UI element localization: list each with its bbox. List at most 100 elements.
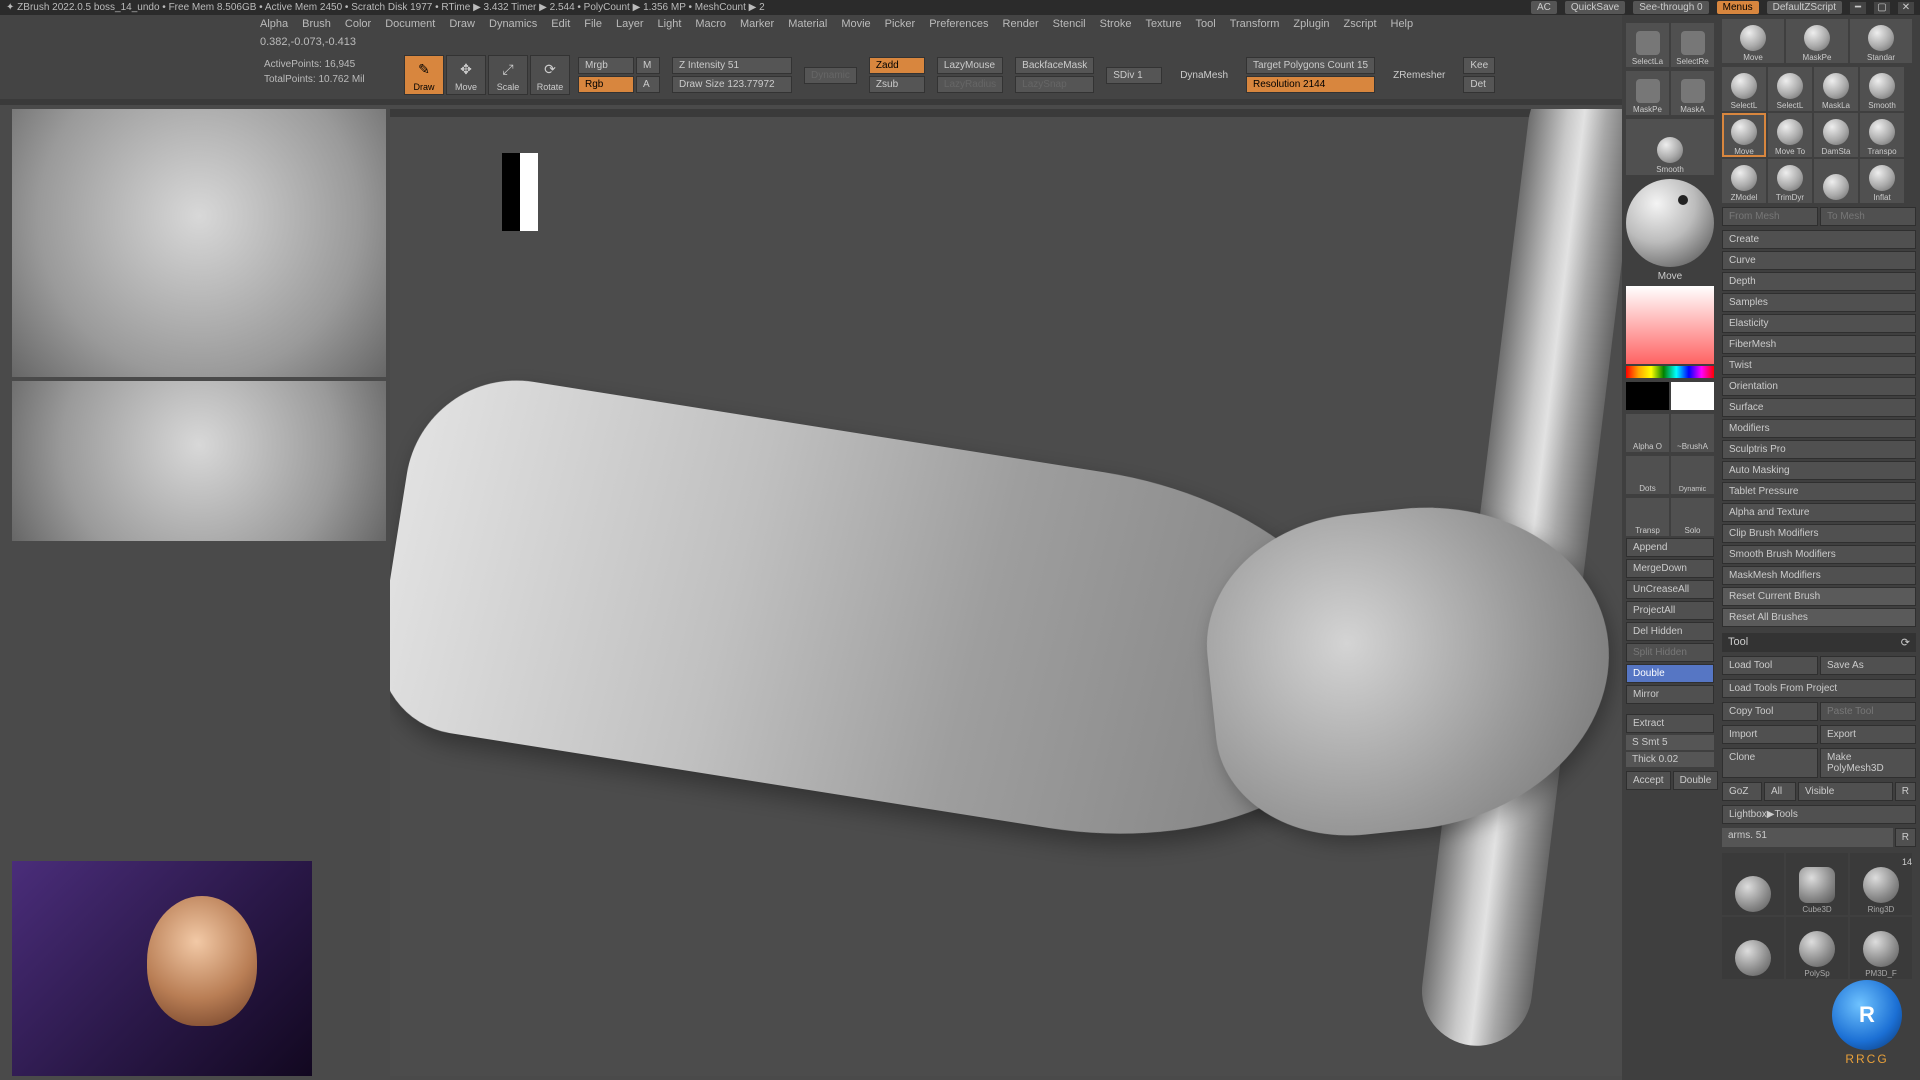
- rgb-toggle[interactable]: Rgb: [578, 76, 634, 93]
- load-tool-button[interactable]: Load Tool: [1722, 656, 1818, 675]
- swatch-white[interactable]: [1671, 382, 1714, 410]
- hue-strip[interactable]: [1626, 366, 1714, 378]
- a-toggle[interactable]: A: [636, 76, 660, 93]
- section-surface[interactable]: Surface: [1722, 398, 1916, 417]
- brush-transpose[interactable]: Transpo: [1860, 113, 1904, 157]
- menu-draw[interactable]: Draw: [449, 18, 475, 30]
- brush-trimdynamic[interactable]: TrimDyr: [1768, 159, 1812, 203]
- section-curve[interactable]: Curve: [1722, 251, 1916, 270]
- menu-stroke[interactable]: Stroke: [1100, 18, 1132, 30]
- append-button[interactable]: Append: [1626, 538, 1714, 557]
- menu-color[interactable]: Color: [345, 18, 371, 30]
- section-samples[interactable]: Samples: [1722, 293, 1916, 312]
- color-picker[interactable]: [1626, 286, 1714, 364]
- tool-name-field[interactable]: arms. 51: [1722, 828, 1893, 847]
- smooth-brush[interactable]: Smooth: [1626, 119, 1714, 175]
- kee-field[interactable]: Kee: [1463, 57, 1495, 74]
- brush-maskpen-top[interactable]: MaskPe: [1786, 19, 1848, 63]
- brush-selectlasso2[interactable]: SelectL: [1768, 67, 1812, 111]
- lazymouse-toggle[interactable]: LazyMouse: [937, 57, 1003, 74]
- menus-toggle[interactable]: Menus: [1717, 1, 1759, 14]
- backfacemask-toggle[interactable]: BackfaceMask: [1015, 57, 1094, 74]
- menu-transform[interactable]: Transform: [1230, 18, 1280, 30]
- sdiv-field[interactable]: SDiv 1: [1106, 67, 1162, 84]
- brush-alpha[interactable]: ~BrushA: [1671, 414, 1714, 452]
- menu-movie[interactable]: Movie: [841, 18, 870, 30]
- section-maskmeshmod[interactable]: MaskMesh Modifiers: [1722, 566, 1916, 585]
- menu-tool[interactable]: Tool: [1196, 18, 1216, 30]
- lazyradius-field[interactable]: LazyRadius: [937, 76, 1003, 93]
- copy-tool-button[interactable]: Copy Tool: [1722, 702, 1818, 721]
- ssmt-slider[interactable]: S Smt 5: [1626, 735, 1714, 750]
- goz-visible-button[interactable]: Visible: [1798, 782, 1893, 801]
- projectall-button[interactable]: ProjectAll: [1626, 601, 1714, 620]
- window-minimize-icon[interactable]: ━: [1850, 2, 1866, 14]
- thick-slider[interactable]: Thick 0.02: [1626, 752, 1714, 767]
- menu-help[interactable]: Help: [1391, 18, 1414, 30]
- maska-brush[interactable]: MaskA: [1671, 71, 1714, 115]
- r2-button[interactable]: R: [1895, 828, 1916, 847]
- mergedown-button[interactable]: MergeDown: [1626, 559, 1714, 578]
- ac-button[interactable]: AC: [1531, 1, 1557, 14]
- menu-marker[interactable]: Marker: [740, 18, 774, 30]
- from-mesh-button[interactable]: From Mesh: [1722, 207, 1818, 226]
- window-maximize-icon[interactable]: ▢: [1874, 2, 1890, 14]
- menu-alpha[interactable]: Alpha: [260, 18, 288, 30]
- brush-inflat[interactable]: Inflat: [1860, 159, 1904, 203]
- mode-rotate[interactable]: ⟳Rotate: [530, 55, 570, 95]
- section-create[interactable]: Create: [1722, 230, 1916, 249]
- section-elasticity[interactable]: Elasticity: [1722, 314, 1916, 333]
- section-sculptris[interactable]: Sculptris Pro: [1722, 440, 1916, 459]
- section-alphatex[interactable]: Alpha and Texture: [1722, 503, 1916, 522]
- m-toggle[interactable]: M: [636, 57, 660, 74]
- uncreaseall-button[interactable]: UnCreaseAll: [1626, 580, 1714, 599]
- mrgb-toggle[interactable]: Mrgb: [578, 57, 634, 74]
- double2-button[interactable]: Double: [1673, 771, 1719, 790]
- brush-empty[interactable]: [1814, 159, 1858, 203]
- paste-tool-button[interactable]: Paste Tool: [1820, 702, 1916, 721]
- brush-selectlasso[interactable]: SelectL: [1722, 67, 1766, 111]
- section-automasking[interactable]: Auto Masking: [1722, 461, 1916, 480]
- menu-macro[interactable]: Macro: [695, 18, 726, 30]
- section-tablet[interactable]: Tablet Pressure: [1722, 482, 1916, 501]
- zadd-toggle[interactable]: Zadd: [869, 57, 925, 74]
- export-button[interactable]: Export: [1820, 725, 1916, 744]
- menu-material[interactable]: Material: [788, 18, 827, 30]
- menu-zplugin[interactable]: Zplugin: [1293, 18, 1329, 30]
- to-mesh-button[interactable]: To Mesh: [1820, 207, 1916, 226]
- material-preview[interactable]: [1626, 179, 1714, 267]
- mode-scale[interactable]: ⤢Scale: [488, 55, 528, 95]
- section-modifiers[interactable]: Modifiers: [1722, 419, 1916, 438]
- lightbox-tools-button[interactable]: Lightbox▶Tools: [1722, 805, 1916, 824]
- double-toggle[interactable]: Double: [1626, 664, 1714, 683]
- menu-stencil[interactable]: Stencil: [1053, 18, 1086, 30]
- brush-zmodeler[interactable]: ZModel: [1722, 159, 1766, 203]
- tool-extra[interactable]: [1722, 917, 1784, 979]
- seethrough-slider[interactable]: See-through 0: [1633, 1, 1708, 14]
- mode-draw[interactable]: ✎Draw: [404, 55, 444, 95]
- brush-move-top[interactable]: Move: [1722, 19, 1784, 63]
- brush-smooth[interactable]: Smooth: [1860, 67, 1904, 111]
- section-clipmod[interactable]: Clip Brush Modifiers: [1722, 524, 1916, 543]
- accept-button[interactable]: Accept: [1626, 771, 1671, 790]
- menu-file[interactable]: File: [584, 18, 602, 30]
- z-intensity-slider[interactable]: Z Intensity 51: [672, 57, 792, 74]
- dynamic-toggle[interactable]: Dynamic: [804, 67, 857, 84]
- section-orientation[interactable]: Orientation: [1722, 377, 1916, 396]
- make-polymesh-button[interactable]: Make PolyMesh3D: [1820, 748, 1916, 778]
- extract-button[interactable]: Extract: [1626, 714, 1714, 733]
- import-button[interactable]: Import: [1722, 725, 1818, 744]
- tool-panel-header[interactable]: Tool ⟳: [1722, 633, 1916, 652]
- goz-all-button[interactable]: All: [1764, 782, 1796, 801]
- menu-dynamics[interactable]: Dynamics: [489, 18, 537, 30]
- solo-toggle[interactable]: Solo: [1671, 498, 1714, 536]
- zremesher-label[interactable]: ZRemesher: [1387, 68, 1451, 83]
- menu-document[interactable]: Document: [385, 18, 435, 30]
- reset-all-brushes[interactable]: Reset All Brushes: [1722, 608, 1916, 627]
- menu-layer[interactable]: Layer: [616, 18, 644, 30]
- goz-r1-button[interactable]: R: [1895, 782, 1916, 801]
- lazysnap-field[interactable]: LazySnap: [1015, 76, 1094, 93]
- target-poly-slider[interactable]: Target Polygons Count 15: [1246, 57, 1375, 74]
- draw-size-slider[interactable]: Draw Size 123.77972: [672, 76, 792, 93]
- det-field[interactable]: Det: [1463, 76, 1495, 93]
